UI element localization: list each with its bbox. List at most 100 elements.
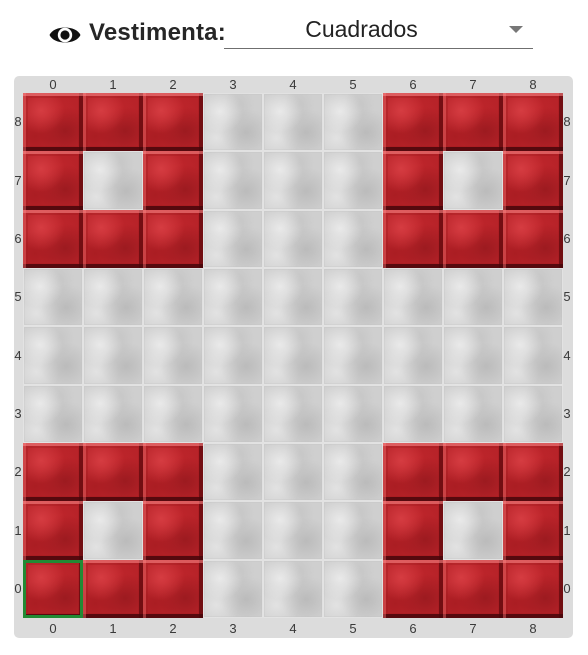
red-piece-cell[interactable] [143, 209, 203, 268]
empty-cell[interactable] [203, 267, 263, 327]
outfit-select[interactable]: Cuadrados [224, 10, 533, 49]
empty-cell[interactable] [323, 501, 383, 560]
empty-cell[interactable] [263, 151, 323, 210]
empty-cell[interactable] [263, 209, 323, 268]
red-piece-cell[interactable] [503, 559, 563, 618]
empty-cell[interactable] [263, 384, 323, 443]
row-label-left: 4 [14, 347, 22, 363]
red-piece-cell[interactable] [83, 442, 143, 502]
empty-cell[interactable] [23, 267, 83, 327]
red-piece-cell[interactable] [443, 559, 503, 618]
red-piece-cell[interactable] [503, 151, 563, 210]
column-label-top: 0 [49, 77, 57, 92]
empty-cell[interactable] [323, 267, 383, 327]
empty-cell[interactable] [263, 326, 323, 385]
empty-cell[interactable] [503, 267, 563, 327]
header-bar: Vestimenta: Cuadrados [0, 0, 588, 62]
red-piece-cell[interactable] [23, 209, 83, 268]
empty-cell[interactable] [323, 151, 383, 210]
red-piece-cell[interactable] [143, 151, 203, 210]
empty-cell[interactable] [23, 384, 83, 443]
empty-cell[interactable] [443, 501, 503, 560]
red-piece-cell[interactable] [23, 442, 83, 502]
eye-icon[interactable] [48, 20, 82, 50]
empty-cell[interactable] [323, 559, 383, 618]
row-label-right: 5 [563, 289, 571, 305]
empty-cell[interactable] [263, 442, 323, 502]
empty-cell[interactable] [83, 501, 143, 560]
red-piece-cell[interactable] [83, 209, 143, 268]
row-label-left: 1 [14, 522, 22, 538]
red-piece-cell[interactable] [383, 209, 443, 268]
red-piece-cell[interactable] [383, 442, 443, 502]
empty-cell[interactable] [503, 384, 563, 443]
empty-cell[interactable] [263, 501, 323, 560]
red-piece-cell[interactable] [143, 501, 203, 560]
red-piece-cell[interactable] [503, 209, 563, 268]
empty-cell[interactable] [443, 151, 503, 210]
empty-cell[interactable] [263, 267, 323, 327]
empty-cell[interactable] [203, 93, 263, 152]
red-piece-cell[interactable] [143, 93, 203, 152]
empty-cell[interactable] [203, 501, 263, 560]
red-piece-cell[interactable] [143, 442, 203, 502]
red-piece-cell[interactable] [443, 442, 503, 502]
red-piece-cell[interactable] [503, 501, 563, 560]
empty-cell[interactable] [203, 442, 263, 502]
column-label-top: 8 [529, 77, 537, 92]
selected-cell[interactable] [23, 559, 83, 618]
empty-cell[interactable] [203, 209, 263, 268]
empty-cell[interactable] [83, 384, 143, 443]
red-piece-cell[interactable] [383, 151, 443, 210]
empty-cell[interactable] [83, 267, 143, 327]
row-label-right: 0 [563, 580, 571, 596]
column-label-bottom: 3 [229, 621, 237, 636]
game-board: 001122334455667788887766554433221100 [14, 76, 573, 638]
red-piece-cell[interactable] [503, 442, 563, 502]
empty-cell[interactable] [143, 267, 203, 327]
empty-cell[interactable] [383, 267, 443, 327]
empty-cell[interactable] [323, 442, 383, 502]
red-piece-cell[interactable] [83, 93, 143, 152]
empty-cell[interactable] [443, 326, 503, 385]
red-piece-cell[interactable] [23, 93, 83, 152]
red-piece-cell[interactable] [503, 93, 563, 152]
empty-cell[interactable] [323, 209, 383, 268]
red-piece-cell[interactable] [143, 559, 203, 618]
empty-cell[interactable] [83, 151, 143, 210]
red-piece-cell[interactable] [443, 209, 503, 268]
red-piece-cell[interactable] [383, 559, 443, 618]
column-label-top: 7 [469, 77, 477, 92]
empty-cell[interactable] [503, 326, 563, 385]
empty-cell[interactable] [143, 326, 203, 385]
red-piece-cell[interactable] [23, 501, 83, 560]
empty-cell[interactable] [383, 326, 443, 385]
red-piece-cell[interactable] [383, 501, 443, 560]
red-piece-cell[interactable] [83, 559, 143, 618]
row-label-left: 5 [14, 289, 22, 305]
empty-cell[interactable] [83, 326, 143, 385]
empty-cell[interactable] [203, 384, 263, 443]
empty-cell[interactable] [143, 384, 203, 443]
empty-cell[interactable] [203, 151, 263, 210]
red-piece-cell[interactable] [443, 93, 503, 152]
empty-cell[interactable] [263, 559, 323, 618]
column-label-bottom: 7 [469, 621, 477, 636]
empty-cell[interactable] [443, 384, 503, 443]
empty-cell[interactable] [323, 326, 383, 385]
row-label-left: 7 [14, 172, 22, 188]
row-label-right: 8 [563, 114, 571, 130]
red-piece-cell[interactable] [383, 93, 443, 152]
empty-cell[interactable] [203, 559, 263, 618]
empty-cell[interactable] [203, 326, 263, 385]
column-label-bottom: 6 [409, 621, 417, 636]
empty-cell[interactable] [23, 326, 83, 385]
empty-cell[interactable] [323, 93, 383, 152]
outfit-select-value: Cuadrados [305, 16, 418, 42]
empty-cell[interactable] [263, 93, 323, 152]
red-piece-cell[interactable] [23, 151, 83, 210]
empty-cell[interactable] [323, 384, 383, 443]
chevron-down-icon[interactable] [509, 26, 523, 33]
empty-cell[interactable] [443, 267, 503, 327]
empty-cell[interactable] [383, 384, 443, 443]
